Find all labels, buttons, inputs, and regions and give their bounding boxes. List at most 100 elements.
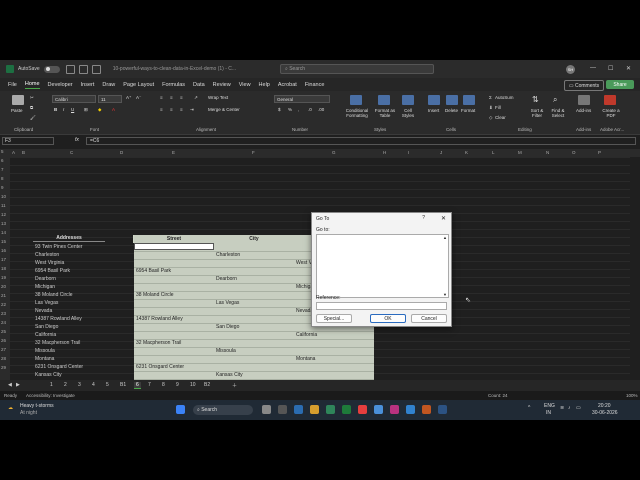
indent-icon[interactable]: ⇥ <box>190 107 194 113</box>
scroll-down-icon[interactable]: ▼ <box>443 292 447 297</box>
column-header[interactable]: L <box>492 150 495 155</box>
create-pdf-icon[interactable] <box>604 95 616 105</box>
font-color-icon[interactable]: A <box>112 107 115 112</box>
number-format-select[interactable]: General <box>274 95 330 103</box>
cell-styles-button[interactable]: Cell Styles <box>398 108 418 118</box>
edge-icon[interactable] <box>374 405 383 414</box>
language-indicator[interactable]: ENG <box>544 403 555 409</box>
row-header[interactable]: 8 <box>1 176 4 181</box>
street-cell[interactable]: 6954 Basil Park <box>136 268 171 274</box>
copy-icon[interactable]: ⧉ <box>30 105 33 110</box>
sheet-tab[interactable]: 9 <box>176 382 179 388</box>
align-top-icon[interactable]: ≡ <box>160 95 163 100</box>
maximize-icon[interactable]: ☐ <box>608 65 613 72</box>
clock-time[interactable]: 20:20 <box>598 403 611 409</box>
conditional-formatting-button[interactable]: Conditional Formatting <box>343 108 371 118</box>
menu-insert[interactable]: Insert <box>81 82 95 88</box>
special-button[interactable]: Special... <box>316 314 352 323</box>
row-header[interactable]: 25 <box>1 329 6 334</box>
fill-icon[interactable]: ⬇ <box>489 105 493 111</box>
city-cell[interactable]: Charleston <box>216 252 240 258</box>
column-header[interactable]: F <box>252 150 255 155</box>
format-cells-button[interactable]: Format <box>461 108 475 113</box>
taskbar-search[interactable]: ⌕ Search <box>193 405 253 415</box>
city-header[interactable]: City <box>214 236 294 242</box>
cell-styles-icon[interactable] <box>402 95 414 105</box>
ok-button[interactable]: OK <box>370 314 406 323</box>
row-header[interactable]: 23 <box>1 311 6 316</box>
row-header[interactable]: 29 <box>1 365 6 370</box>
street-cell[interactable]: 14387 Rowland Alley <box>136 316 183 322</box>
sheet-tab[interactable]: 7 <box>148 382 151 388</box>
sheet-tab[interactable]: B2 <box>204 382 210 388</box>
clear-button[interactable]: Clear <box>495 115 506 120</box>
row-header[interactable]: 17 <box>1 257 6 262</box>
row-header[interactable]: 16 <box>1 248 6 253</box>
menu-review[interactable]: Review <box>213 82 231 88</box>
paste-icon[interactable] <box>12 95 24 105</box>
state-cell[interactable]: Montana <box>296 356 315 362</box>
selected-cell[interactable] <box>134 243 214 250</box>
font-size-select[interactable]: 11 <box>98 95 122 103</box>
reference-input[interactable] <box>316 302 447 310</box>
row-header[interactable]: 5 <box>1 149 4 154</box>
percent-icon[interactable]: % <box>288 107 292 112</box>
powerpoint-icon[interactable] <box>422 405 431 414</box>
row-header[interactable]: 12 <box>1 212 6 217</box>
sheet-tab[interactable]: B1 <box>120 382 126 388</box>
cut-icon[interactable]: ✂ <box>30 95 34 101</box>
menu-page-layout[interactable]: Page Layout <box>123 82 154 88</box>
addresses-header[interactable]: Addresses <box>33 235 105 242</box>
align-center-icon[interactable]: ≡ <box>170 107 173 112</box>
decrease-decimal-icon[interactable]: .00 <box>318 107 324 112</box>
fx-icon[interactable]: fx <box>75 137 79 143</box>
column-header[interactable]: G <box>332 150 336 155</box>
align-right-icon[interactable]: ≡ <box>180 107 183 112</box>
format-as-table-icon[interactable] <box>378 95 390 105</box>
address-cell[interactable]: 32 Macpherson Trail <box>35 340 80 346</box>
row-header[interactable]: 10 <box>1 194 6 199</box>
sheet-tab[interactable]: 6 <box>134 382 141 389</box>
align-left-icon[interactable]: ≡ <box>160 107 163 112</box>
volume-icon[interactable]: ♪ <box>568 405 571 411</box>
column-header[interactable]: K <box>465 150 468 155</box>
menu-view[interactable]: View <box>239 82 251 88</box>
sort-filter-icon[interactable]: ⇅ <box>532 95 539 104</box>
comments-button[interactable]: ▭ Comments <box>564 80 604 91</box>
wrap-text-button[interactable]: Wrap Text <box>208 95 228 100</box>
start-icon[interactable] <box>176 405 185 414</box>
autosave-toggle[interactable] <box>43 65 60 73</box>
clock-date[interactable]: 30-06-2026 <box>592 410 618 416</box>
close-icon[interactable]: ✕ <box>626 65 631 72</box>
copilot-icon[interactable] <box>262 405 271 414</box>
column-header[interactable]: O <box>572 150 576 155</box>
address-cell[interactable]: 6954 Basil Park <box>35 268 70 274</box>
sheet-tab[interactable]: 4 <box>92 382 95 388</box>
bold-icon[interactable]: B <box>54 107 57 112</box>
address-cell[interactable]: Michigan <box>35 284 55 290</box>
merge-center-button[interactable]: Merge & Center <box>208 107 240 112</box>
state-cell[interactable]: California <box>296 332 317 338</box>
delete-cells-button[interactable]: Delete <box>445 108 458 113</box>
address-cell[interactable]: 93 Twin Pines Center <box>35 244 82 250</box>
menu-acrobat[interactable]: Acrobat <box>278 82 297 88</box>
sheet-tab[interactable]: 1 <box>50 382 53 388</box>
row-header[interactable]: 28 <box>1 356 6 361</box>
outlook-icon[interactable] <box>406 405 415 414</box>
column-header[interactable]: J <box>440 150 442 155</box>
minimize-icon[interactable]: — <box>590 65 596 71</box>
formula-input[interactable]: =C6 <box>86 137 636 145</box>
sheet-tab[interactable]: 10 <box>190 382 196 388</box>
row-header[interactable]: 13 <box>1 221 6 226</box>
format-painter-icon[interactable]: 🖌 <box>30 115 36 121</box>
sheet-tab[interactable]: 5 <box>106 382 109 388</box>
battery-icon[interactable]: ▭ <box>576 405 581 411</box>
find-select-button[interactable]: Find & Select <box>549 108 567 118</box>
row-header[interactable]: 24 <box>1 320 6 325</box>
search-box[interactable]: ⌕ Search <box>280 64 434 74</box>
city-cell[interactable]: San Diego <box>216 324 239 330</box>
borders-icon[interactable]: ⊞ <box>84 107 88 113</box>
row-header[interactable]: 11 <box>1 203 6 208</box>
weather-text[interactable]: Heavy t-storms <box>20 403 54 409</box>
align-middle-icon[interactable]: ≡ <box>170 95 173 100</box>
